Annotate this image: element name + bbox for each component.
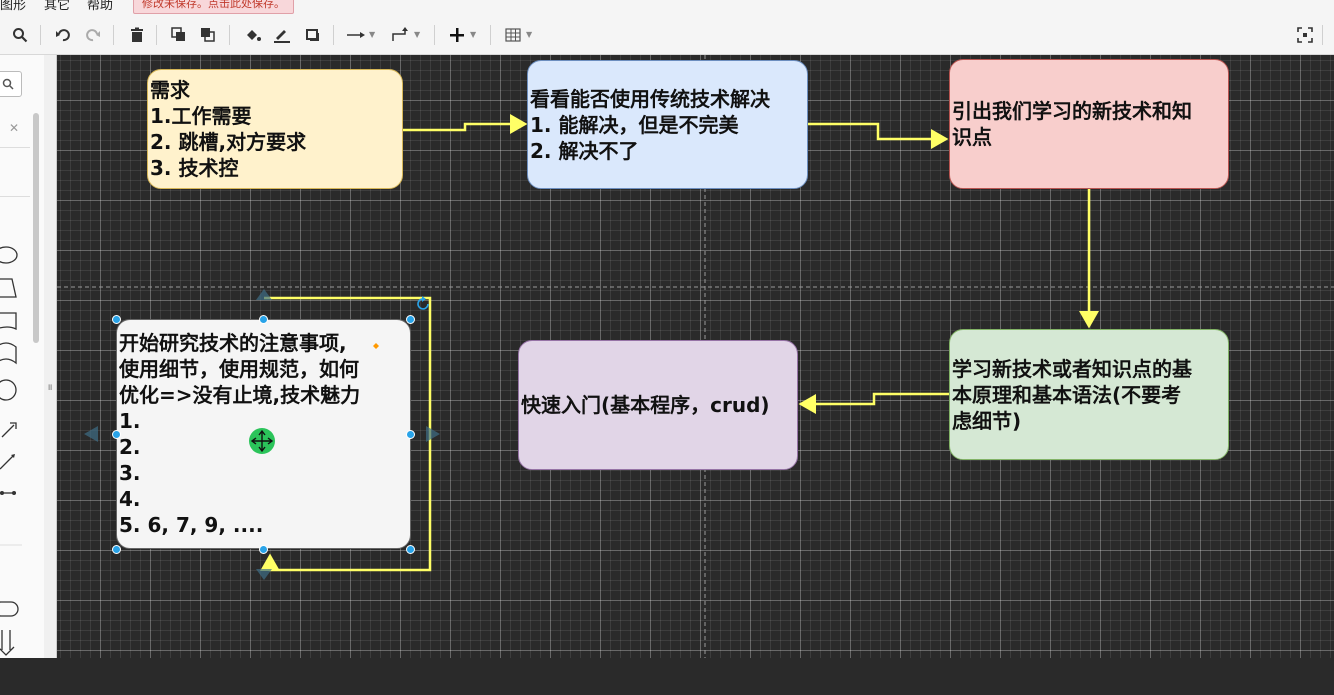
fullscreen-icon[interactable] <box>1294 24 1316 46</box>
node-text-line: 开始研究技术的注意事项, <box>119 331 347 355</box>
shape-sidebar: ✕ <box>0 55 45 658</box>
node-text-line: 2. 跳槽,对方要求 <box>150 130 307 154</box>
node-research[interactable]: 开始研究技术的注意事项, 使用细节，使用规范，如何 优化=>没有止境,技术魅力 … <box>116 319 411 549</box>
line-color-icon[interactable] <box>271 24 293 46</box>
node-text-line: 识点 <box>952 125 992 149</box>
menu-bar: 图形 其它 帮助 修改未保存。点击此处保存。 <box>0 0 1334 16</box>
zoom-icon[interactable] <box>9 24 31 46</box>
insert-icon[interactable] <box>446 24 468 46</box>
node-text-line: 优化=>没有止境,技术魅力 <box>119 383 361 407</box>
table-icon[interactable] <box>502 24 524 46</box>
delete-icon[interactable] <box>126 24 148 46</box>
node-need[interactable]: 需求 1.工作需要 2. 跳槽,对方要求 3. 技术控 <box>147 69 403 189</box>
chevron-down-icon[interactable]: ▼ <box>526 30 532 39</box>
node-traditional[interactable]: 看看能否使用传统技术解决 1. 能解决，但是不完美 2. 解决不了 <box>527 60 808 189</box>
node-new-tech[interactable]: 引出我们学习的新技术和知 识点 <box>949 59 1229 189</box>
close-icon[interactable]: ✕ <box>9 121 19 135</box>
node-text-line: 本原理和基本语法(不要考 <box>952 382 1182 407</box>
menu-other[interactable]: 其它 <box>44 0 70 13</box>
connection-icon[interactable] <box>345 24 367 46</box>
resize-handle-se[interactable] <box>406 545 415 554</box>
shadow-icon[interactable] <box>302 24 324 46</box>
node-text-line: 3. <box>119 461 141 485</box>
undo-icon[interactable] <box>52 24 74 46</box>
resize-handle-n[interactable] <box>259 315 268 324</box>
resize-handle-e[interactable] <box>406 430 415 439</box>
to-front-icon[interactable] <box>168 24 190 46</box>
node-text-line: 4. <box>119 487 141 511</box>
sidebar-splitter[interactable]: ॥ <box>44 55 57 658</box>
node-text-line: 5. 6, 7, 9, .... <box>119 513 264 537</box>
node-learn-basics[interactable]: 学习新技术或者知识点的基 本原理和基本语法(不要考 虑细节) <box>949 329 1229 460</box>
node-text-line: 1. <box>119 409 141 433</box>
unsaved-notice[interactable]: 修改未保存。点击此处保存。 <box>133 0 294 14</box>
node-text-line: 虑细节) <box>952 408 1022 433</box>
menu-shape[interactable]: 图形 <box>0 0 26 13</box>
node-text-line: 1.工作需要 <box>150 104 252 128</box>
to-back-icon[interactable] <box>197 24 219 46</box>
menu-help[interactable]: 帮助 <box>87 0 113 13</box>
resize-handle-sw[interactable] <box>112 545 121 554</box>
node-text-line: 2. <box>119 435 141 459</box>
node-text-line: 引出我们学习的新技术和知 <box>952 99 1192 123</box>
waypoints-icon[interactable] <box>390 24 412 46</box>
resize-handle-w[interactable] <box>112 430 121 439</box>
chevron-down-icon[interactable]: ▼ <box>414 30 420 39</box>
node-text-line: 使用细节，使用规范，如何 <box>119 357 359 381</box>
resize-handle-ne[interactable] <box>406 315 415 324</box>
node-text-line: 2. 解决不了 <box>530 138 639 163</box>
node-text-line: 快速入门(基本程序，crud) <box>521 393 770 417</box>
node-text-line: 需求 <box>150 78 190 102</box>
resize-handle-s[interactable] <box>259 545 268 554</box>
node-text-line: 学习新技术或者知识点的基 <box>952 356 1192 381</box>
shape-library-icons[interactable] <box>0 235 22 695</box>
toolbar: ▼ ▼ ▼ ▼ <box>0 16 1334 55</box>
node-text-line: 1. 能解决，但是不完美 <box>530 112 739 137</box>
resize-handle-nw[interactable] <box>112 315 121 324</box>
chevron-down-icon[interactable]: ▼ <box>369 30 375 39</box>
node-quick-start[interactable]: 快速入门(基本程序，crud) <box>518 340 798 470</box>
sidebar-scroll-thumb[interactable] <box>33 113 39 343</box>
chevron-down-icon[interactable]: ▼ <box>470 30 476 39</box>
node-text-line: 3. 技术控 <box>150 156 239 180</box>
search-icon[interactable] <box>0 71 22 97</box>
node-text-line: 看看能否使用传统技术解决 <box>530 86 770 111</box>
fill-color-icon[interactable] <box>242 24 264 46</box>
redo-icon[interactable] <box>82 24 104 46</box>
